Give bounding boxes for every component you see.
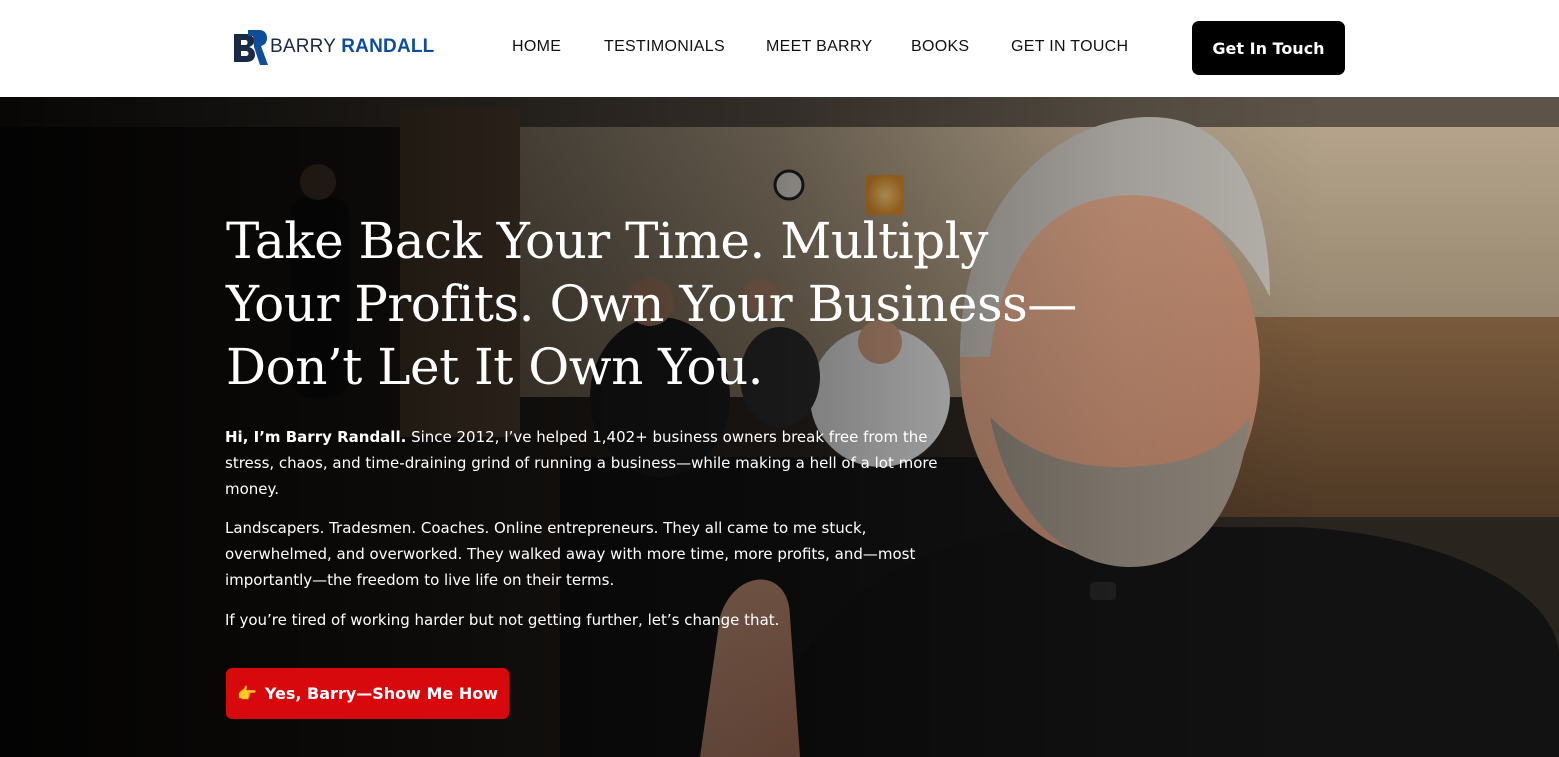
- brand-logo[interactable]: BARRY RANDALL: [232, 28, 434, 66]
- hero-headline: Take Back Your Time. Multiply Your Profi…: [226, 212, 1077, 396]
- hero-section: Take Back Your Time. Multiply Your Profi…: [0, 97, 1559, 757]
- hero-paragraph-3: If you’re tired of working harder but no…: [225, 611, 780, 629]
- get-in-touch-button[interactable]: Get In Touch: [1192, 21, 1345, 75]
- hero-intro-bold: Hi, I’m Barry Randall.: [225, 428, 407, 446]
- nav-meet-barry[interactable]: MEET BARRY: [766, 38, 872, 56]
- brand-first-name: BARRY: [270, 36, 336, 57]
- show-me-how-label: Yes, Barry—Show Me How: [264, 684, 499, 703]
- br-monogram-icon: [234, 30, 268, 65]
- show-me-how-button[interactable]: 👉 Yes, Barry—Show Me How: [226, 668, 509, 719]
- nav-testimonials[interactable]: TESTIMONIALS: [604, 38, 725, 56]
- hero-paragraph-2: Landscapers. Tradesmen. Coaches. Online …: [225, 519, 916, 589]
- hero-intro: Hi, I’m Barry Randall. Since 2012, I’ve …: [225, 424, 945, 502]
- brand-last-name: RANDALL: [341, 36, 435, 57]
- brand-name: BARRY RANDALL: [270, 36, 434, 58]
- nav-home[interactable]: HOME: [512, 38, 561, 56]
- nav-books[interactable]: BOOKS: [911, 38, 969, 56]
- pointing-hand-icon: 👉: [236, 684, 257, 703]
- site-header: BARRY RANDALL HOME TESTIMONIALS MEET BAR…: [0, 0, 1559, 97]
- nav-get-in-touch[interactable]: GET IN TOUCH: [1011, 38, 1128, 56]
